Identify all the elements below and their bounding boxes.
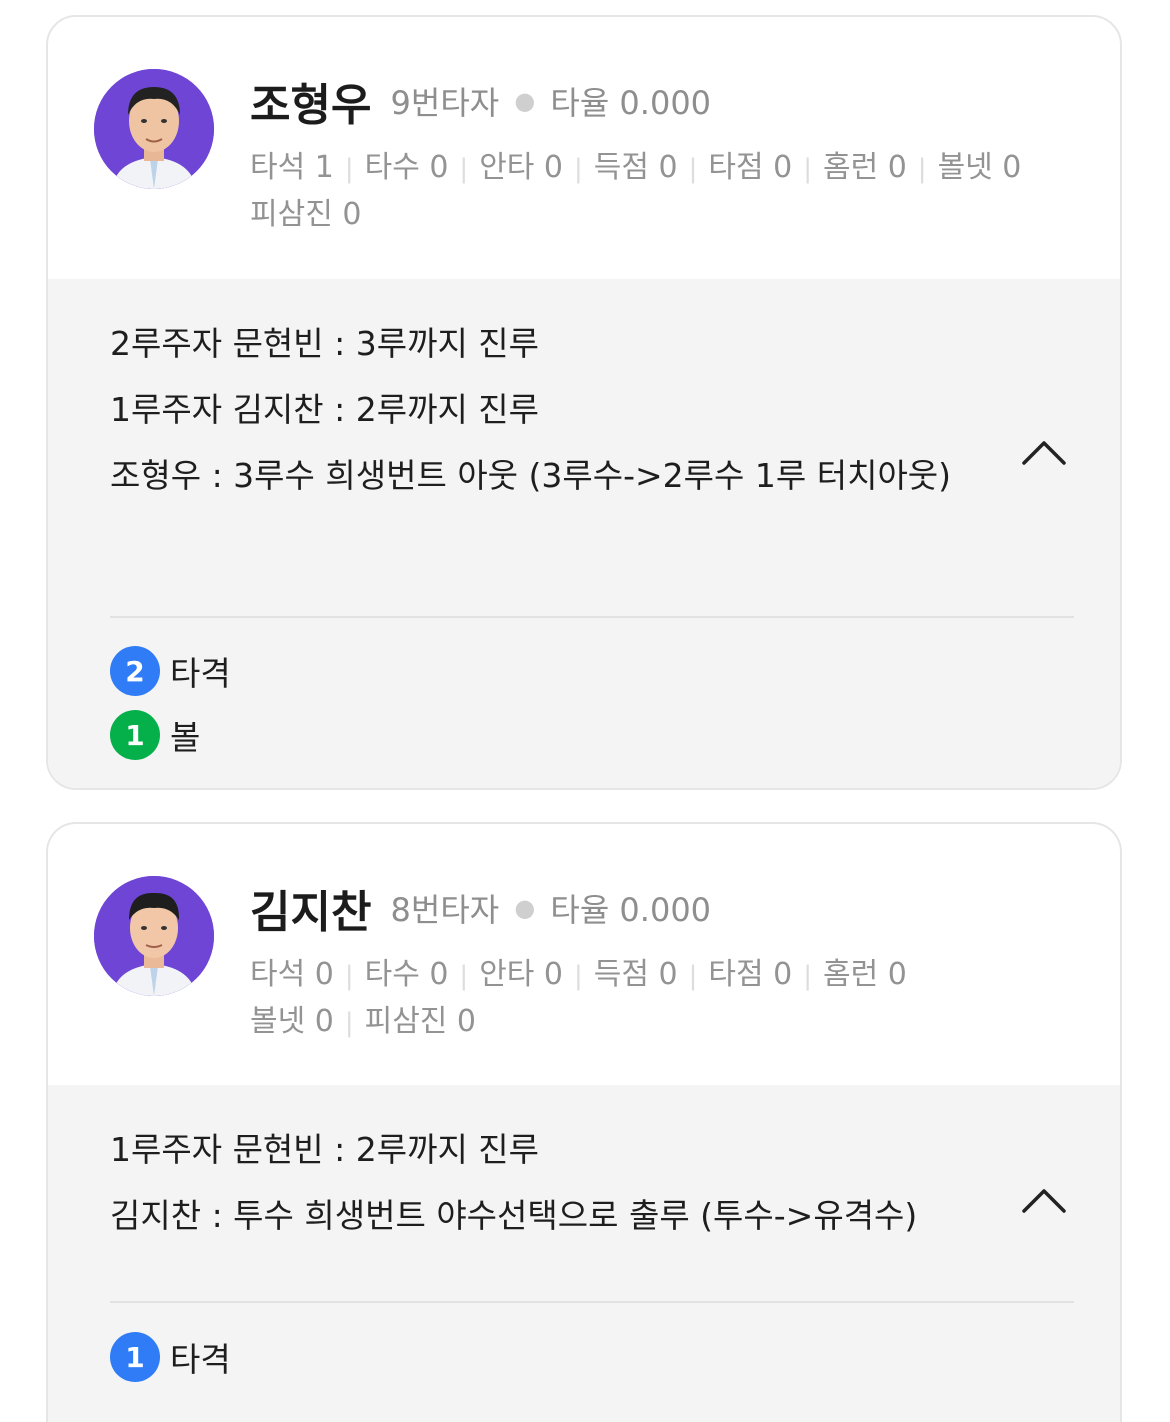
pitch-number-badge: 1 [110,710,160,760]
stat-separator: | [688,961,698,991]
stat-walks: 볼넷 0 [937,150,1022,185]
stat-rbi: 타점 0 [708,957,793,992]
stat-runs: 득점 0 [593,957,678,992]
stat-home-runs: 홈런 0 [822,150,907,185]
divider [110,616,1074,618]
batting-order: 9번타자 [390,84,500,122]
stat-rbi: 타점 0 [708,150,793,185]
player-title: 조형우 9번타자 ● 타율 0.000 [250,69,711,133]
pitch-item: 1 볼 [110,703,231,767]
stat-walks: 볼넷 0 [250,1004,334,1039]
stat-hits: 안타 0 [479,150,564,185]
stat-separator: | [574,154,583,184]
pitch-number-badge: 1 [110,1332,160,1382]
stat-separator: | [459,961,469,991]
player-title: 김지찬 8번타자 ● 타율 0.000 [250,876,711,940]
stat-hits: 안타 0 [479,957,564,992]
event-list: 2루주자 문현빈 : 3루까지 진루 1루주자 김지찬 : 2루까지 진루 조형… [110,317,990,515]
separator-dot: ● [514,87,536,115]
batter-card: 조형우 9번타자 ● 타율 0.000 타석 1 | 타수 0 | 안타 0 | 득점 0 |… [46,15,1122,790]
pitch-item: 2 타격 [110,639,231,703]
divider [110,1301,1074,1303]
separator-dot: ● [514,894,536,922]
stat-line: 타석 0 | 타수 0 | 안타 0 | 득점 0 | 타점 0 | 홈런 0 볼넷 0 | 피삼진 0 [250,952,1090,1046]
chevron-up-icon[interactable] [1020,1185,1068,1215]
stat-separator: | [688,154,698,184]
batter-header: 김지찬 8번타자 ● 타율 0.000 타석 0 | 타수 0 | 안타 0 | 득점 0 |… [48,824,1120,1085]
event-item: 1루주자 문현빈 : 2루까지 진루 [110,1130,540,1169]
stat-strikeouts: 피삼진 0 [250,197,362,232]
stat-line: 타석 1 | 타수 0 | 안타 0 | 득점 0 | 타점 0 | 홈런 0 | 볼넷 0 피삼진 0 [250,145,1090,238]
stat-plate-appearances: 타석 1 [250,150,334,185]
stat-separator: | [803,154,812,184]
event-item: 2루주자 문현빈 : 3루까지 진루 [110,324,540,363]
event-item: 조형우 : 3루수 희생번트 아웃 (3루수->2루수 1루 터치아웃) [110,456,952,495]
pitch-list: 1 타격 [110,1325,231,1389]
player-avatar [94,876,214,996]
stat-separator: | [459,154,469,184]
stat-at-bats: 타수 0 [364,957,449,992]
player-avatar [94,69,214,189]
play-detail-panel: 1루주자 문현빈 : 2루까지 진루 김지찬 : 투수 희생번트 야수선택으로 … [48,1085,1120,1422]
event-list: 1루주자 문현빈 : 2루까지 진루 김지찬 : 투수 희생번트 야수선택으로 … [110,1123,990,1255]
batting-order: 8번타자 [390,891,500,929]
batting-average: 타율 0.000 [550,84,712,122]
stat-separator: | [803,961,812,991]
batting-average: 타율 0.000 [550,891,712,929]
batter-card: 김지찬 8번타자 ● 타율 0.000 타석 0 | 타수 0 | 안타 0 | 득점 0 |… [46,822,1122,1422]
player-name: 조형우 [250,80,372,131]
stat-separator: | [344,961,354,991]
stat-separator: | [344,154,354,184]
stat-strikeouts: 피삼진 0 [364,1004,477,1039]
stat-runs: 득점 0 [593,150,678,185]
stat-separator: | [574,961,583,991]
stat-at-bats: 타수 0 [364,150,449,185]
stat-home-runs: 홈런 0 [822,957,907,992]
pitch-number-badge: 2 [110,646,160,696]
pitch-item: 1 타격 [110,1325,231,1389]
chevron-up-icon[interactable] [1020,437,1068,467]
batter-header: 조형우 9번타자 ● 타율 0.000 타석 1 | 타수 0 | 안타 0 | 득점 0 |… [48,17,1120,279]
pitch-result: 타격 [170,1340,231,1379]
pitch-list: 2 타격 1 볼 [110,639,231,767]
pitch-result: 타격 [170,654,231,693]
stat-plate-appearances: 타석 0 [250,957,334,992]
player-name: 김지찬 [250,887,372,938]
event-item: 김지찬 : 투수 희생번트 야수선택으로 출루 (투수->유격수) [110,1196,918,1235]
stat-separator: | [344,1008,354,1038]
event-item: 1루주자 김지찬 : 2루까지 진루 [110,390,540,429]
play-detail-panel: 2루주자 문현빈 : 3루까지 진루 1루주자 김지찬 : 2루까지 진루 조형… [48,279,1120,788]
stat-separator: | [917,154,927,184]
pitch-result: 볼 [170,718,201,757]
